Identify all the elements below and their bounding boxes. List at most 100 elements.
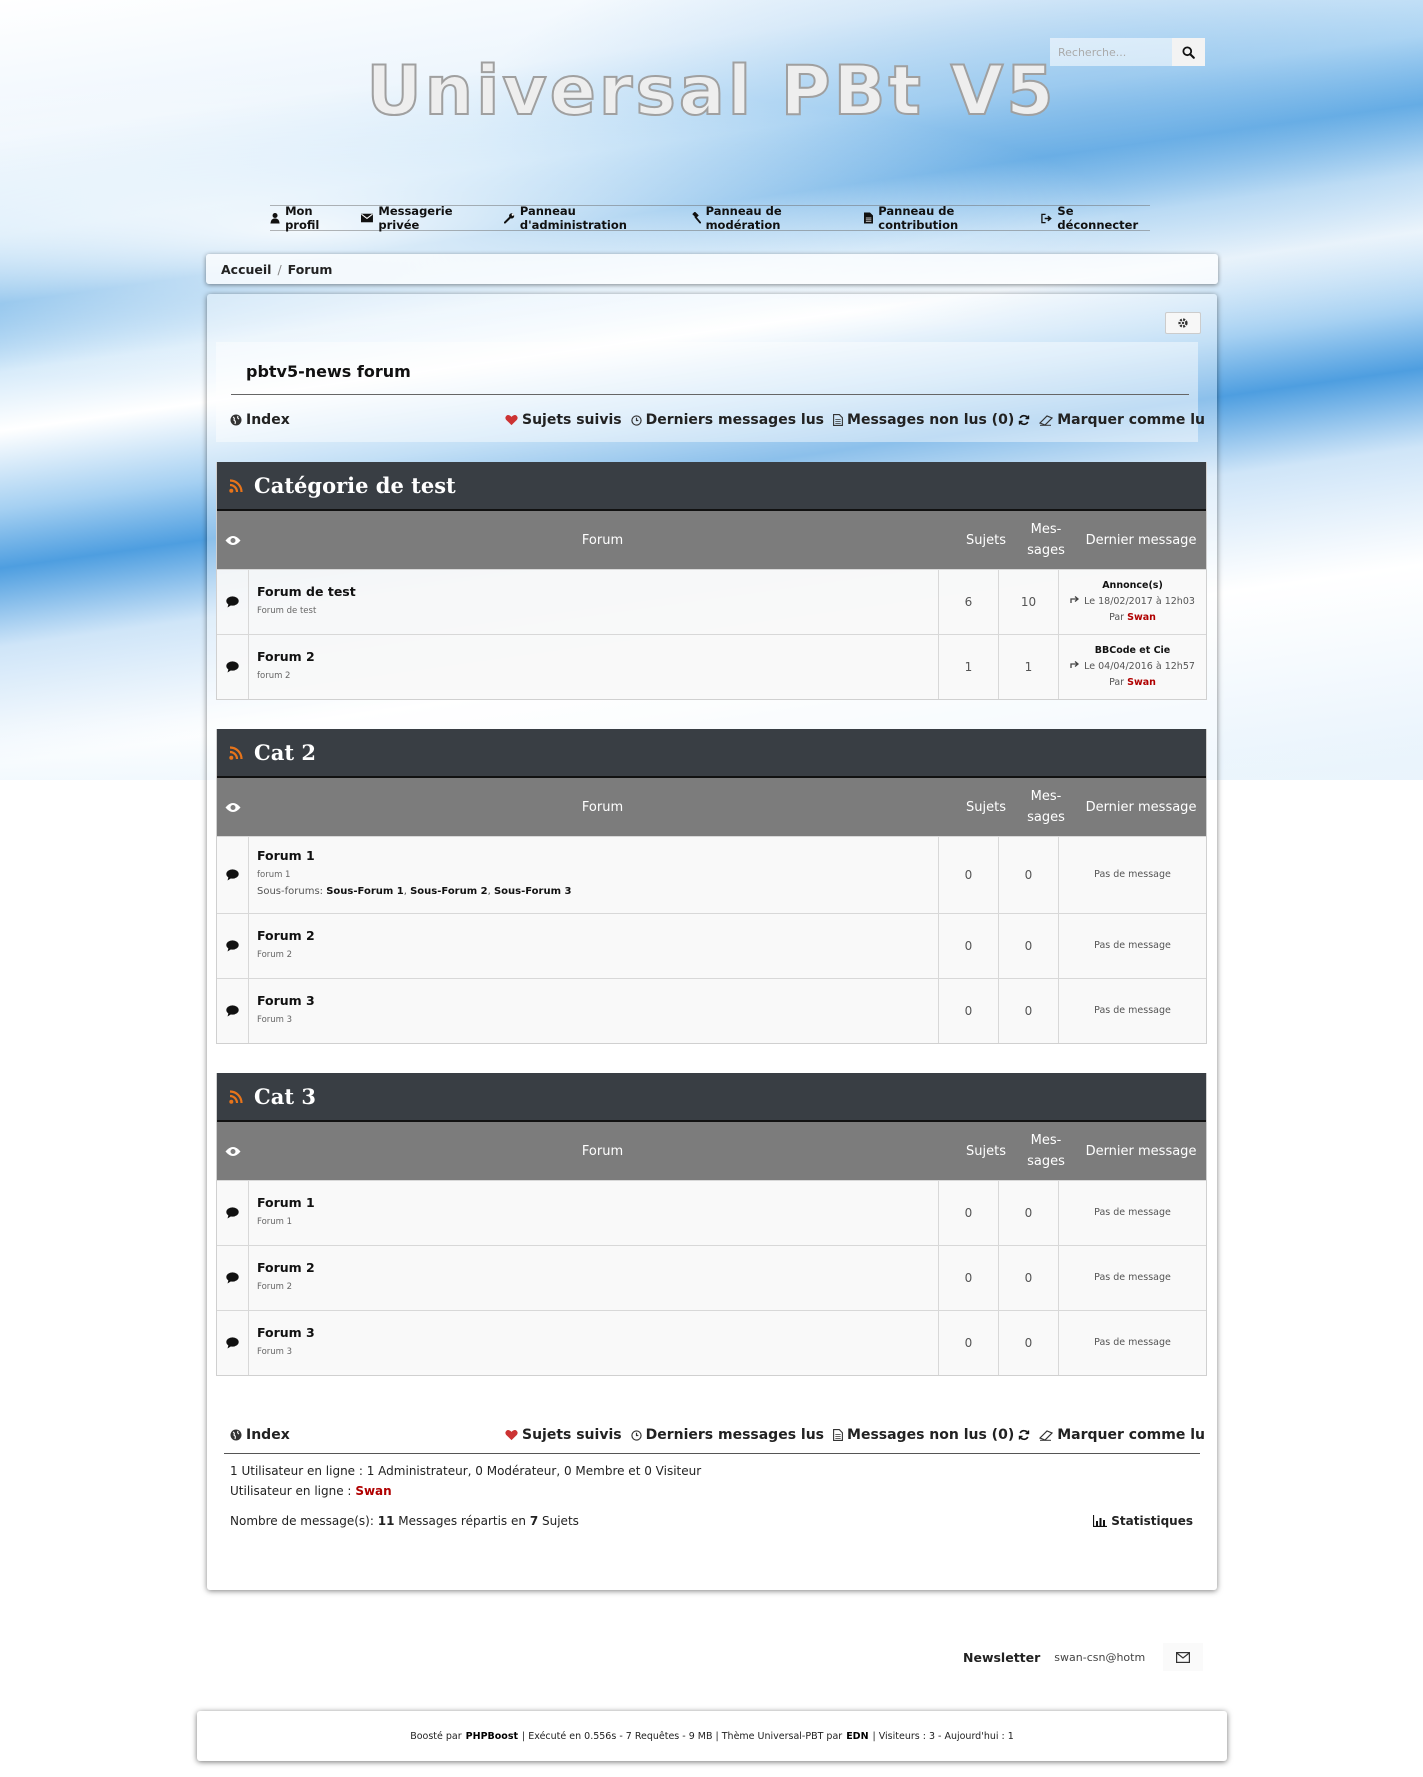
breadcrumb-forum[interactable]: Forum	[288, 262, 333, 277]
nav-contribution-panel[interactable]: Panneau de contribution	[864, 204, 1025, 232]
column-messages: Mes-sages	[1016, 778, 1076, 836]
subforum-link[interactable]: Sous-Forum 2	[410, 886, 488, 897]
globe-icon	[230, 414, 242, 426]
category-title[interactable]: Catégorie de test	[254, 473, 456, 498]
category-header: Catégorie de test	[217, 462, 1206, 511]
settings-button[interactable]	[1165, 312, 1201, 334]
nav-admin-panel[interactable]: Panneau d'administration	[503, 204, 674, 232]
forum-last-message: Pas de message	[1059, 914, 1206, 978]
heart-icon	[505, 415, 518, 426]
forum-topics-count: 0	[939, 1311, 999, 1375]
forum-topics-count: 1	[939, 635, 999, 699]
column-messages-line1: Mes-	[1030, 789, 1062, 804]
subforum-link[interactable]: Sous-Forum 1	[326, 886, 404, 897]
column-topics: Sujets	[966, 1143, 1006, 1159]
unread-messages-link[interactable]: Messages non lus (0)	[833, 412, 1030, 428]
last-user-link[interactable]: Swan	[1127, 612, 1156, 623]
rss-icon[interactable]	[229, 745, 244, 760]
forum-title[interactable]: Forum 1	[257, 1195, 938, 1210]
rss-icon[interactable]	[229, 478, 244, 493]
last-topic-link[interactable]: Annonce(s)	[1102, 578, 1163, 594]
forum-description: Forum de test	[257, 606, 317, 616]
nav-label: Panneau de modération	[705, 204, 782, 232]
breadcrumb-home[interactable]: Accueil	[221, 262, 271, 277]
followed-label: Sujets suivis	[521, 1427, 622, 1443]
topics-count: 7	[529, 1514, 539, 1528]
subforums-label: Sous-forums	[257, 886, 320, 897]
forum-title[interactable]: Forum 2	[257, 649, 938, 664]
forum-title[interactable]: Forum 1	[257, 848, 938, 863]
followed-topics-link[interactable]: Sujets suivis	[505, 412, 622, 428]
index-link[interactable]: Index	[230, 412, 290, 428]
nav-logout[interactable]: Se déconnecter	[1041, 204, 1150, 232]
document-icon	[833, 1429, 843, 1441]
no-message-text: Pas de message	[1094, 869, 1171, 880]
newsletter-email-input[interactable]	[1054, 1643, 1150, 1671]
share-icon	[1070, 596, 1080, 603]
footer-exec: | Exécuté en 0.556s - 7 Requêtes - 9 MB …	[522, 1730, 843, 1742]
divider	[231, 394, 1189, 395]
forum-title[interactable]: Forum de test	[257, 584, 938, 599]
nav-private-messages[interactable]: Messagerie privée	[361, 204, 487, 232]
site-logo[interactable]: Universal PBt V5	[0, 51, 1423, 132]
last-read-link[interactable]: Derniers messages lus	[630, 1427, 824, 1443]
category-title[interactable]: Cat 3	[254, 1084, 316, 1109]
column-messages-line2: sages	[1027, 1154, 1065, 1169]
forum-description: Forum 2	[257, 950, 293, 960]
column-messages: Mes-sages	[1016, 511, 1076, 569]
forum-description: forum 2	[257, 671, 291, 681]
column-topics: Sujets	[966, 532, 1006, 548]
eraser-icon	[1039, 414, 1054, 426]
refresh-icon[interactable]	[1018, 1429, 1030, 1441]
mark-read-label: Marquer comme lu	[1057, 412, 1205, 428]
forum-messages-count: 0	[999, 979, 1059, 1043]
category-block: Catégorie de test Forum Sujets Mes-sages…	[216, 462, 1207, 700]
forum-links-top: Index Sujets suivis Derniers messages lu…	[230, 412, 1205, 428]
file-icon	[864, 212, 874, 224]
followed-topics-link[interactable]: Sujets suivis	[505, 1427, 622, 1443]
eye-icon[interactable]	[225, 1146, 241, 1157]
forum-title[interactable]: Forum 3	[257, 1325, 938, 1340]
category-block: Cat 3 Forum Sujets Mes-sages Dernier mes…	[216, 1073, 1207, 1376]
nav-label: Panneau de contribution	[878, 204, 959, 232]
edn-link[interactable]: EDN	[846, 1731, 868, 1742]
forum-title[interactable]: Forum 2	[257, 928, 938, 943]
nav-profile[interactable]: Mon profil	[270, 204, 345, 232]
divider	[224, 1453, 1200, 1454]
statistics-link[interactable]: Statistiques	[1093, 1514, 1193, 1528]
refresh-icon[interactable]	[1018, 414, 1030, 426]
last-read-link[interactable]: Derniers messages lus	[630, 412, 824, 428]
subforum-link[interactable]: Sous-Forum 3	[494, 886, 572, 897]
column-forum: Forum	[581, 799, 624, 815]
newsletter-label: Newsletter	[963, 1649, 1041, 1665]
breadcrumb: Accueil / Forum	[206, 254, 1218, 284]
eye-icon[interactable]	[225, 802, 241, 813]
last-topic-link[interactable]: BBCode et Cie	[1095, 643, 1171, 659]
rss-icon[interactable]	[229, 1089, 244, 1104]
phpboost-link[interactable]: PHPBoost	[466, 1731, 518, 1742]
nav-moderation-panel[interactable]: Panneau de modération	[690, 204, 849, 232]
category-title[interactable]: Cat 2	[254, 740, 316, 765]
last-user-link[interactable]: Swan	[1127, 677, 1156, 688]
last-message-date[interactable]: Le 04/04/2016 à 12h57	[1070, 659, 1195, 675]
newsletter-subscribe-button[interactable]	[1163, 1643, 1204, 1671]
forum-description: Forum 2	[257, 1282, 293, 1292]
last-message-date[interactable]: Le 18/02/2017 à 12h03	[1070, 594, 1195, 610]
unread-messages-link[interactable]: Messages non lus (0)	[833, 1427, 1030, 1443]
search-button[interactable]	[1172, 38, 1205, 66]
column-messages-line2: sages	[1027, 810, 1065, 825]
search-input[interactable]	[1050, 38, 1172, 66]
category-column-header: Forum Sujets Mes-sages Dernier message	[217, 1122, 1206, 1180]
eye-icon[interactable]	[225, 535, 241, 546]
no-message-text: Pas de message	[1094, 1272, 1171, 1283]
mark-read-link[interactable]: Marquer comme lu	[1039, 1427, 1205, 1443]
column-messages: Mes-sages	[1016, 1122, 1076, 1180]
index-link[interactable]: Index	[230, 1427, 290, 1443]
mark-read-link[interactable]: Marquer comme lu	[1039, 412, 1205, 428]
forum-title[interactable]: Forum 2	[257, 1260, 938, 1275]
forum-topics-count: 0	[939, 1181, 999, 1245]
forum-title[interactable]: Forum 3	[257, 993, 938, 1008]
forum-row: Forum 3 Forum 3 0 0 Pas de message	[217, 978, 1206, 1043]
forum-topics-count: 0	[939, 1246, 999, 1310]
online-user-link[interactable]: Swan	[355, 1484, 391, 1498]
